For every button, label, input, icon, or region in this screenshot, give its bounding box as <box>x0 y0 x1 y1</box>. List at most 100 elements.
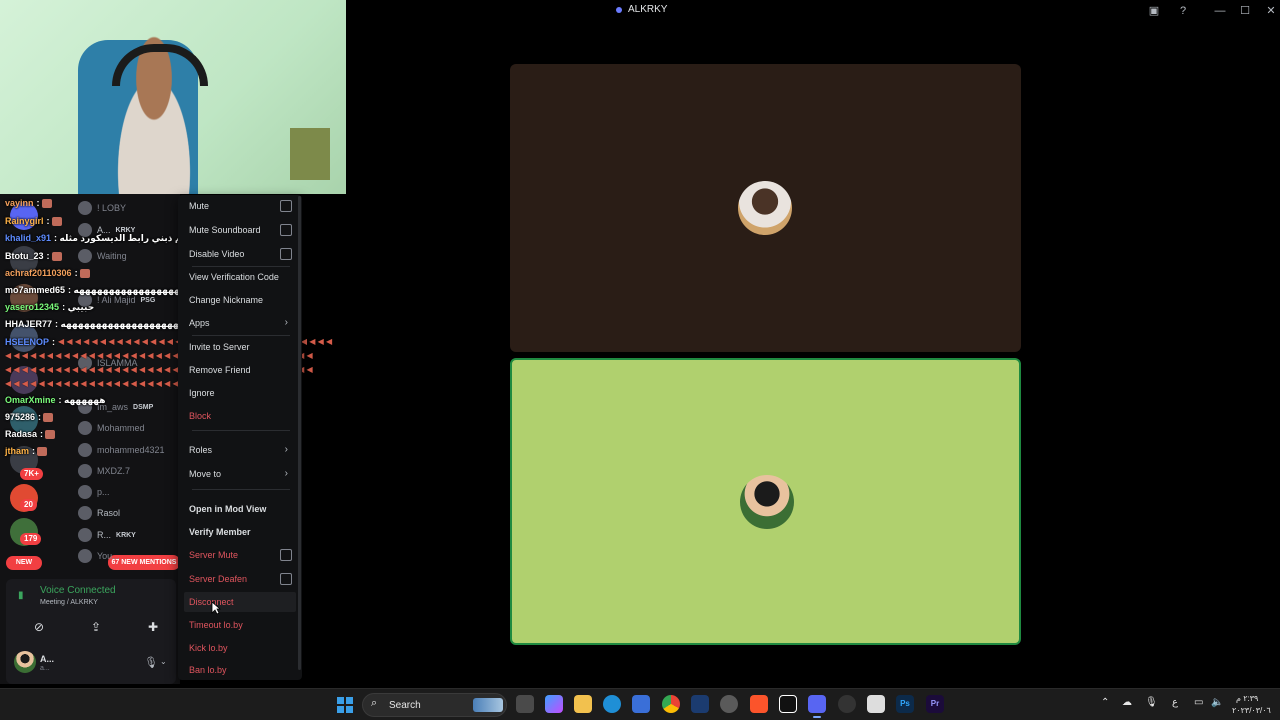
member-item[interactable]: MXDZ.7 <box>78 462 130 480</box>
close-icon[interactable]: ✕ <box>1263 3 1279 19</box>
avatar <box>78 528 92 542</box>
emoji-icon <box>51 217 62 227</box>
start-icon[interactable] <box>337 697 353 713</box>
language-indicator[interactable]: ع <box>1172 697 1178 708</box>
participant-2-avatar <box>740 475 794 529</box>
store-icon[interactable] <box>632 695 650 713</box>
chat-line: 975286: <box>5 412 54 423</box>
menu-item-move-to[interactable]: Move to › <box>184 464 296 484</box>
microphone-icon[interactable]: 🎙 <box>1145 697 1158 708</box>
menu-item-server-mute[interactable]: Server Mute <box>184 545 296 565</box>
user-name: A... <box>40 654 55 664</box>
avatar <box>78 485 92 499</box>
voice-channel[interactable]: Meeting / ALKRKY <box>40 599 98 606</box>
checkbox[interactable] <box>280 200 292 212</box>
participant-tile-1[interactable] <box>510 64 1021 352</box>
chat-line: jtham: <box>5 446 48 457</box>
new-unread-pill[interactable]: NEW <box>6 556 42 570</box>
checkbox[interactable] <box>280 224 292 236</box>
member-tag: PSG <box>140 296 156 304</box>
participant-1-avatar <box>738 181 792 235</box>
menu-item-timeout[interactable]: Timeout lo.by <box>184 615 296 635</box>
menu-item-disable-video[interactable]: Disable Video <box>184 244 296 264</box>
menu-item-kick[interactable]: Kick lo.by <box>184 638 296 658</box>
menu-item-ban[interactable]: Ban lo.by <box>184 660 296 680</box>
file-explorer-icon[interactable] <box>574 695 592 713</box>
member-item[interactable]: ! LOBY <box>78 199 126 217</box>
notepad-icon[interactable] <box>867 695 885 713</box>
chat-line: HHAJER77: ههههههههههههههههههههه <box>5 319 186 329</box>
help-icon[interactable]: ? <box>1175 3 1191 19</box>
menu-item-open-in-mod-view[interactable]: Open in Mod View <box>184 499 296 519</box>
display-icon[interactable]: ▭ <box>1194 697 1203 708</box>
chat-line: Radasa: <box>5 429 56 440</box>
brave-icon[interactable] <box>750 695 768 713</box>
checkbox[interactable] <box>280 549 292 561</box>
voice-status[interactable]: Voice Connected <box>40 585 116 596</box>
avatar[interactable] <box>14 651 36 673</box>
menu-item-remove-friend[interactable]: Remove Friend <box>184 360 296 380</box>
chrome-icon[interactable] <box>662 695 680 713</box>
steam-icon[interactable] <box>691 695 709 713</box>
edge-icon[interactable] <box>603 695 621 713</box>
video-off-icon[interactable]: ⊘ <box>20 616 58 638</box>
screen-share-icon[interactable]: ▣ <box>1146 3 1162 19</box>
menu-item-mute-soundboard[interactable]: Mute Soundboard <box>184 220 296 240</box>
webcam-plaque <box>290 128 330 180</box>
copilot-icon[interactable] <box>545 695 563 713</box>
menu-scrollbar[interactable] <box>298 196 301 670</box>
menu-item-server-deafen[interactable]: Server Deafen <box>184 569 296 589</box>
chat-line: yasero12345: حبيبي <box>5 302 95 312</box>
menu-item-change-nickname[interactable]: Change Nickname <box>184 290 296 310</box>
member-item[interactable]: Rasol <box>78 504 120 522</box>
menu-item-ignore[interactable]: Ignore <box>184 383 296 403</box>
screen-share-icon[interactable]: ⇪ <box>77 616 115 638</box>
mouse-cursor-icon <box>211 601 221 615</box>
member-item[interactable]: You... <box>78 547 120 565</box>
menu-item-apps[interactable]: Apps › <box>184 313 296 333</box>
premiere-icon[interactable]: Pr <box>926 695 944 713</box>
member-tag: KRKY <box>116 531 136 539</box>
search-label: Search <box>389 700 421 711</box>
cloud-icon[interactable]: ☁ <box>1122 697 1132 708</box>
checkbox[interactable] <box>280 573 292 585</box>
checkbox[interactable] <box>280 248 292 260</box>
clock-date[interactable]: ٢٠٢٣/٠٣/٠٦ <box>1232 706 1271 715</box>
settings-icon[interactable] <box>720 695 738 713</box>
member-item[interactable]: Mohammed <box>78 419 145 437</box>
photoshop-icon[interactable]: Ps <box>896 695 914 713</box>
chevron-down-icon[interactable]: ⌄ <box>160 657 167 666</box>
menu-item-view-verification-code[interactable]: View Verification Code <box>184 267 296 287</box>
menu-item-mute[interactable]: Mute <box>184 196 296 216</box>
participant-tile-2[interactable] <box>510 358 1021 645</box>
avatar <box>78 421 92 435</box>
search-box[interactable]: ⌕ Search <box>362 693 507 717</box>
menu-item-roles[interactable]: Roles › <box>184 440 296 460</box>
emoji-icon <box>41 199 52 209</box>
menu-item-block[interactable]: Block <box>184 406 296 426</box>
user-status: a... <box>40 665 50 672</box>
signal-icon[interactable]: ▮ <box>18 591 28 601</box>
microphone-icon[interactable]: 🎙 <box>144 656 158 669</box>
server-badge: 20 <box>20 499 37 511</box>
minimize-icon[interactable]: — <box>1212 3 1228 19</box>
menu-item-invite-to-server[interactable]: Invite to Server <box>184 337 296 357</box>
avatar <box>78 443 92 457</box>
member-item[interactable]: p... <box>78 483 110 501</box>
member-item[interactable]: R... KRKY <box>78 526 136 544</box>
maximize-icon[interactable]: ☐ <box>1237 3 1253 19</box>
task-view-icon[interactable] <box>516 695 534 713</box>
menu-item-disconnect[interactable]: Disconnect <box>184 592 296 612</box>
member-item[interactable]: Waiting <box>78 247 127 265</box>
clock-time[interactable]: ٢:٣٩ م <box>1236 694 1258 703</box>
chat-line: vayinn: <box>5 198 52 209</box>
menu-item-verify-member[interactable]: Verify Member <box>184 522 296 542</box>
activities-icon[interactable]: ✚ <box>134 616 172 638</box>
volume-icon[interactable]: 🔈 <box>1211 697 1223 708</box>
discord-icon[interactable] <box>808 695 826 718</box>
obs-icon[interactable] <box>838 695 856 713</box>
capcut-icon[interactable] <box>779 695 797 713</box>
member-item[interactable]: mohammed4321 <box>78 441 165 459</box>
window-title: ALKRKY <box>616 4 667 15</box>
chevron-up-icon[interactable]: ⌃ <box>1101 697 1109 708</box>
